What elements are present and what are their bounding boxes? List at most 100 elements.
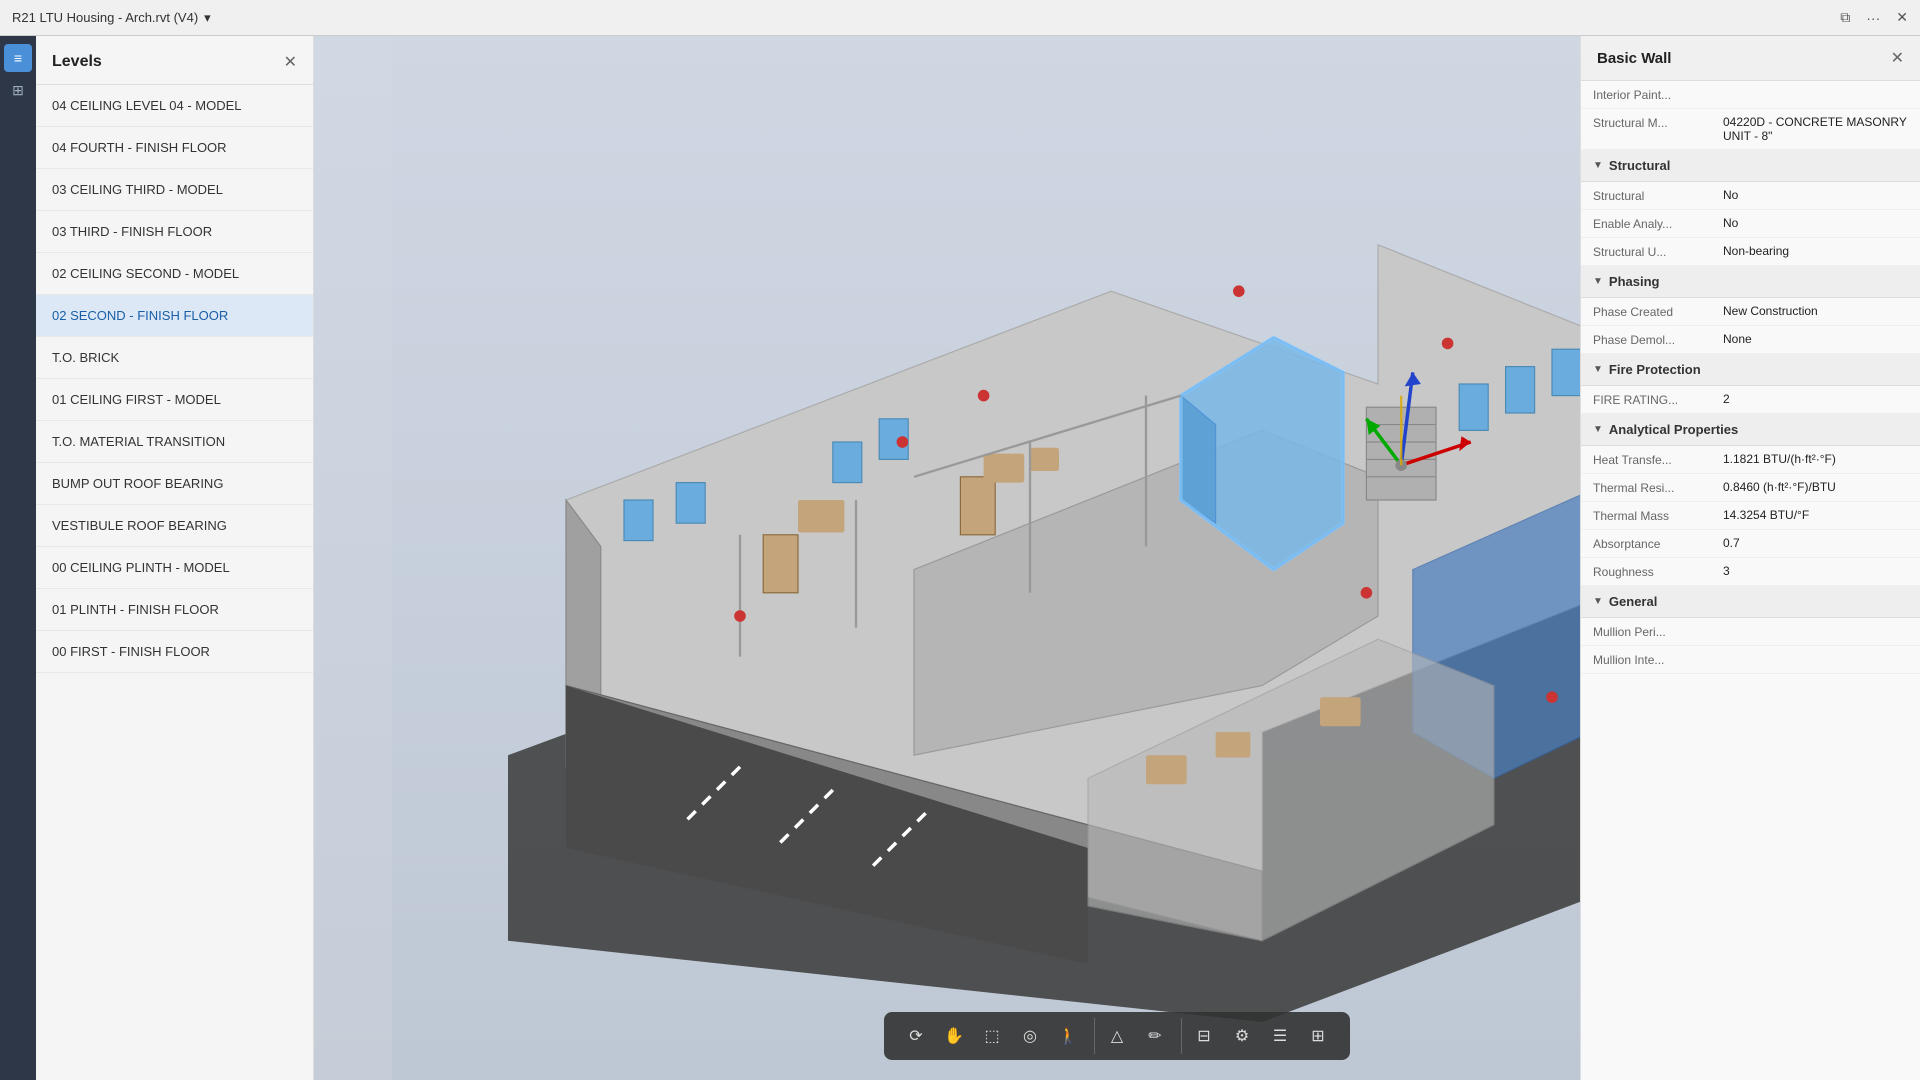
prop-value-3-1: 0.8460 (h·ft²·°F)/BTU: [1723, 480, 1908, 494]
properties-close-button[interactable]: ✕: [1891, 48, 1904, 68]
markup-tool-button[interactable]: ✏: [1137, 1018, 1173, 1054]
prop-row-0-0: StructuralNo: [1581, 182, 1920, 210]
level-item-13[interactable]: 00 FIRST - FINISH FLOOR: [36, 631, 313, 673]
prop-row-0-1: Enable Analy...No: [1581, 210, 1920, 238]
level-item-6[interactable]: T.O. BRICK: [36, 337, 313, 379]
prop-value-0-2: Non-bearing: [1723, 244, 1908, 258]
navigation-tools: ⟳ ✋ ⬚ ◎ 🚶: [894, 1018, 1090, 1054]
section-header-4[interactable]: ▼ General: [1581, 586, 1920, 618]
level-item-12[interactable]: 01 PLINTH - FINISH FLOOR: [36, 589, 313, 631]
section-chevron-3: ▼: [1593, 424, 1603, 435]
prop-label-4-0: Mullion Peri...: [1593, 624, 1723, 639]
level-item-7[interactable]: 01 CEILING FIRST - MODEL: [36, 379, 313, 421]
prop-row-4-1: Mullion Inte...: [1581, 646, 1920, 674]
prop-value-0-1: No: [1723, 216, 1908, 230]
interior-paint-row: Interior Paint...: [1581, 81, 1920, 109]
levels-close-button[interactable]: ✕: [284, 52, 297, 72]
section-header-1[interactable]: ▼Phasing: [1581, 266, 1920, 298]
prop-row-1-1: Phase Demol...None: [1581, 326, 1920, 354]
prop-label-2-0: FIRE RATING...: [1593, 392, 1723, 407]
levels-list: 04 CEILING LEVEL 04 - MODEL04 FOURTH - F…: [36, 85, 313, 1080]
zoom-region-tool-button[interactable]: ⬚: [974, 1018, 1010, 1054]
view-tools: ⊟ ⚙ ☰ ⊞: [1181, 1018, 1340, 1054]
prop-label-3-2: Thermal Mass: [1593, 508, 1723, 523]
prop-value-3-0: 1.1821 BTU/(h·ft²·°F): [1723, 452, 1908, 466]
stack-icon-button[interactable]: ⊞: [4, 76, 32, 104]
prop-label-1-0: Phase Created: [1593, 304, 1723, 319]
levels-header: Levels ✕: [36, 36, 313, 85]
section-box-tool-button[interactable]: ⊟: [1186, 1018, 1222, 1054]
left-sidebar: ≡ ⊞: [0, 36, 36, 1080]
section-header-2[interactable]: ▼ Fire Protection: [1581, 354, 1920, 386]
level-item-9[interactable]: BUMP OUT ROOF BEARING: [36, 463, 313, 505]
prop-value-2-0: 2: [1723, 392, 1908, 406]
prop-row-4-0: Mullion Peri...: [1581, 618, 1920, 646]
level-item-4[interactable]: 02 CEILING SECOND - MODEL: [36, 253, 313, 295]
title-text: R21 LTU Housing - Arch.rvt (V4): [12, 10, 198, 25]
measure-tool-button[interactable]: △: [1099, 1018, 1135, 1054]
prop-label-4-1: Mullion Inte...: [1593, 652, 1723, 667]
orbit-tool-button[interactable]: ⟳: [898, 1018, 934, 1054]
prop-row-3-4: Roughness3: [1581, 558, 1920, 586]
section-title-0: Structural: [1609, 158, 1670, 173]
prop-row-3-2: Thermal Mass14.3254 BTU/°F: [1581, 502, 1920, 530]
model-browser-tool-button[interactable]: ☰: [1262, 1018, 1298, 1054]
section-title-1: Phasing: [1609, 274, 1660, 289]
section-header-0[interactable]: ▼ Structural: [1581, 150, 1920, 182]
window-controls: ⧉ ··· ✕: [1840, 9, 1908, 26]
prop-label-3-0: Heat Transfe...: [1593, 452, 1723, 467]
prop-label-3-4: Roughness: [1593, 564, 1723, 579]
steering-wheel-tool-button[interactable]: ◎: [1012, 1018, 1048, 1054]
properties-panel: Basic Wall ✕ Interior Paint... Structura…: [1580, 36, 1920, 1080]
section-title-2: Fire Protection: [1609, 362, 1701, 377]
prop-label-3-3: Absorptance: [1593, 536, 1723, 551]
prop-value-0-0: No: [1723, 188, 1908, 202]
properties-title: Basic Wall: [1597, 50, 1671, 67]
properties-header: Basic Wall ✕: [1581, 36, 1920, 81]
properties-content: Interior Paint... Structural M... 04220D…: [1581, 81, 1920, 1080]
section-title-4: General: [1609, 594, 1657, 609]
prop-label-3-1: Thermal Resi...: [1593, 480, 1723, 495]
prop-value-3-3: 0.7: [1723, 536, 1908, 550]
prop-value-3-2: 14.3254 BTU/°F: [1723, 508, 1908, 522]
title-dropdown-arrow[interactable]: ▾: [204, 10, 211, 26]
app-title: R21 LTU Housing - Arch.rvt (V4) ▾: [12, 10, 211, 26]
title-bar: R21 LTU Housing - Arch.rvt (V4) ▾ ⧉ ··· …: [0, 0, 1920, 36]
prop-value-1-0: New Construction: [1723, 304, 1908, 318]
settings-tool-button[interactable]: ⚙: [1224, 1018, 1260, 1054]
level-item-10[interactable]: VESTIBULE ROOF BEARING: [36, 505, 313, 547]
prop-value-1-1: None: [1723, 332, 1908, 346]
prop-row-1-0: Phase CreatedNew Construction: [1581, 298, 1920, 326]
more-button[interactable]: ···: [1866, 10, 1880, 26]
level-item-3[interactable]: 03 THIRD - FINISH FLOOR: [36, 211, 313, 253]
split-view-tool-button[interactable]: ⊞: [1300, 1018, 1336, 1054]
level-item-1[interactable]: 04 FOURTH - FINISH FLOOR: [36, 127, 313, 169]
interior-paint-label: Interior Paint...: [1593, 87, 1723, 102]
bottom-toolbar: ⟳ ✋ ⬚ ◎ 🚶 △ ✏ ⊟ ⚙ ☰ ⊞: [884, 1012, 1350, 1060]
prop-label-1-1: Phase Demol...: [1593, 332, 1723, 347]
prop-label-0-0: Structural: [1593, 188, 1723, 203]
measure-tools: △ ✏: [1094, 1018, 1177, 1054]
layers-icon-button[interactable]: ≡: [4, 44, 32, 72]
level-item-8[interactable]: T.O. MATERIAL TRANSITION: [36, 421, 313, 463]
prop-value-3-4: 3: [1723, 564, 1908, 578]
walk-tool-button[interactable]: 🚶: [1050, 1018, 1086, 1054]
section-header-3[interactable]: ▼Analytical Properties: [1581, 414, 1920, 446]
level-item-5[interactable]: 02 SECOND - FINISH FLOOR: [36, 295, 313, 337]
levels-title: Levels: [52, 53, 102, 71]
prop-row-3-1: Thermal Resi...0.8460 (h·ft²·°F)/BTU: [1581, 474, 1920, 502]
level-item-0[interactable]: 04 CEILING LEVEL 04 - MODEL: [36, 85, 313, 127]
section-chevron-0: ▼: [1593, 160, 1603, 171]
prop-row-2-0: FIRE RATING...2: [1581, 386, 1920, 414]
levels-panel: Levels ✕ 04 CEILING LEVEL 04 - MODEL04 F…: [36, 36, 314, 1080]
section-chevron-4: ▼: [1593, 596, 1603, 607]
level-item-11[interactable]: 00 CEILING PLINTH - MODEL: [36, 547, 313, 589]
prop-label-0-2: Structural U...: [1593, 244, 1723, 259]
section-chevron-2: ▼: [1593, 364, 1603, 375]
pan-tool-button[interactable]: ✋: [936, 1018, 972, 1054]
monitor-button[interactable]: ⧉: [1840, 9, 1850, 26]
structural-m-value: 04220D - CONCRETE MASONRY UNIT - 8": [1723, 115, 1908, 143]
close-window-button[interactable]: ✕: [1896, 9, 1908, 26]
level-item-2[interactable]: 03 CEILING THIRD - MODEL: [36, 169, 313, 211]
prop-row-3-0: Heat Transfe...1.1821 BTU/(h·ft²·°F): [1581, 446, 1920, 474]
